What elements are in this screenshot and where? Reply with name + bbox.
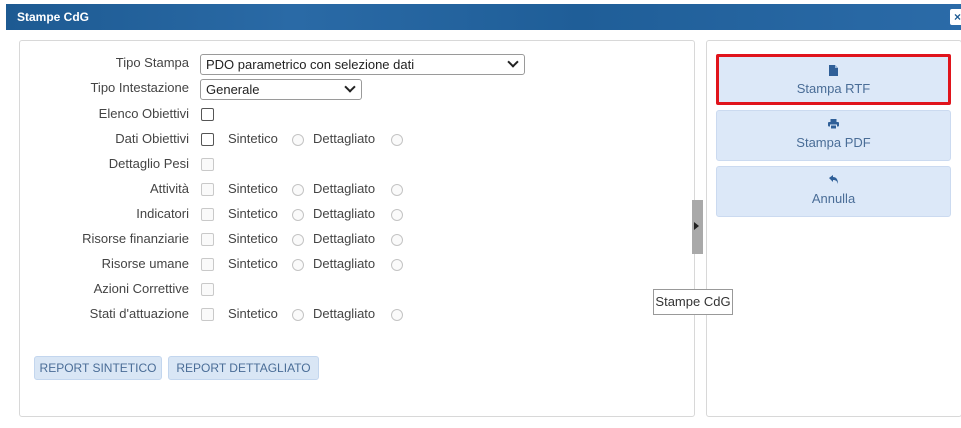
annulla-button[interactable]: Annulla (716, 166, 951, 217)
indicatori-label: Indicatori (136, 206, 189, 221)
risorse-umane-sintetico-radio[interactable] (292, 259, 304, 271)
indicatori-dettagliato-label: Dettagliato (313, 206, 376, 221)
annulla-label: Annulla (811, 191, 856, 206)
tipo-intestazione-label: Tipo Intestazione (90, 80, 189, 95)
stampa-rtf-button[interactable]: Stampa RTF (716, 56, 951, 105)
tipo-stampa-row: Tipo Stampa (19, 55, 189, 75)
risorse-finanziarie-sintetico-radio[interactable] (292, 234, 304, 246)
attivita-row: Attività (19, 181, 189, 201)
dati-obiettivi-row: Dati Obiettivi (19, 131, 189, 151)
dati-obiettivi-sintetico-radio[interactable] (292, 134, 304, 146)
stati-attuazione-sintetico-label: Sintetico (228, 306, 278, 321)
dati-obiettivi-checkbox[interactable] (201, 133, 214, 146)
undo-icon (717, 175, 950, 187)
window-titlebar: Stampe CdG × (6, 4, 961, 30)
elenco-obiettivi-checkbox[interactable] (201, 108, 214, 121)
risorse-umane-row: Risorse umane (19, 256, 189, 276)
chevron-down-icon (344, 81, 356, 93)
indicatori-sintetico-radio[interactable] (292, 209, 304, 221)
attivita-label: Attività (149, 181, 189, 196)
attivita-checkbox[interactable] (201, 183, 214, 196)
window-title: Stampe CdG (17, 10, 90, 24)
elenco-obiettivi-label: Elenco Obiettivi (98, 106, 189, 121)
risorse-finanziarie-sintetico-label: Sintetico (228, 231, 278, 246)
tipo-intestazione-value: Generale (206, 82, 260, 97)
tipo-intestazione-row: Tipo Intestazione (19, 80, 189, 100)
risorse-umane-checkbox[interactable] (201, 258, 214, 271)
dettaglio-pesi-checkbox[interactable] (201, 158, 214, 171)
stampa-pdf-label: Stampa PDF (796, 135, 871, 150)
azioni-correttive-checkbox[interactable] (201, 283, 214, 296)
tipo-intestazione-select[interactable]: Generale (200, 79, 362, 100)
stati-attuazione-checkbox[interactable] (201, 308, 214, 321)
indicatori-sintetico-label: Sintetico (228, 206, 278, 221)
tipo-stampa-value: PDO parametrico con selezione dati (206, 57, 415, 72)
risorse-umane-dettagliato-radio[interactable] (391, 259, 403, 271)
print-icon (717, 119, 950, 131)
indicatori-row: Indicatori (19, 206, 189, 226)
dati-obiettivi-dettagliato-radio[interactable] (391, 134, 403, 146)
risorse-umane-dettagliato-label: Dettagliato (313, 256, 376, 271)
report-dettagliato-button[interactable]: REPORT DETTAGLIATO (168, 356, 319, 380)
file-icon (717, 65, 950, 77)
attivita-sintetico-radio[interactable] (292, 184, 304, 196)
expand-arrow-icon[interactable] (694, 222, 699, 230)
risorse-finanziarie-checkbox[interactable] (201, 233, 214, 246)
risorse-umane-sintetico-label: Sintetico (228, 256, 278, 271)
stati-attuazione-label: Stati d'attuazione (89, 306, 189, 321)
tooltip: Stampe CdG (653, 289, 733, 315)
risorse-finanziarie-label: Risorse finanziarie (82, 231, 189, 246)
stati-attuazione-sintetico-radio[interactable] (292, 309, 304, 321)
dettaglio-pesi-row: Dettaglio Pesi (19, 156, 189, 176)
dati-obiettivi-sintetico-label: Sintetico (228, 131, 278, 146)
risorse-finanziarie-row: Risorse finanziarie (19, 231, 189, 251)
report-sintetico-button[interactable]: REPORT SINTETICO (34, 356, 162, 380)
risorse-finanziarie-dettagliato-label: Dettagliato (313, 231, 376, 246)
risorse-umane-label: Risorse umane (101, 256, 189, 271)
stati-attuazione-dettagliato-label: Dettagliato (313, 306, 376, 321)
dati-obiettivi-dettagliato-label: Dettagliato (313, 131, 376, 146)
chevron-down-icon (507, 56, 519, 68)
attivita-dettagliato-radio[interactable] (391, 184, 403, 196)
azioni-correttive-row: Azioni Correttive (19, 281, 189, 301)
indicatori-checkbox[interactable] (201, 208, 214, 221)
tipo-stampa-label: Tipo Stampa (115, 55, 189, 70)
indicatori-dettagliato-radio[interactable] (391, 209, 403, 221)
close-button[interactable]: × (950, 9, 961, 25)
stampa-pdf-button[interactable]: Stampa PDF (716, 110, 951, 161)
azioni-correttive-label: Azioni Correttive (93, 281, 189, 296)
risorse-finanziarie-dettagliato-radio[interactable] (391, 234, 403, 246)
attivita-sintetico-label: Sintetico (228, 181, 278, 196)
tipo-stampa-select[interactable]: PDO parametrico con selezione dati (200, 54, 525, 75)
dati-obiettivi-label: Dati Obiettivi (115, 131, 189, 146)
stampa-rtf-label: Stampa RTF (796, 81, 871, 96)
dettaglio-pesi-label: Dettaglio Pesi (108, 156, 189, 171)
stati-attuazione-dettagliato-radio[interactable] (391, 309, 403, 321)
elenco-obiettivi-row: Elenco Obiettivi (19, 106, 189, 126)
attivita-dettagliato-label: Dettagliato (313, 181, 376, 196)
stati-attuazione-row: Stati d'attuazione (19, 306, 189, 326)
panel-splitter[interactable] (692, 200, 703, 254)
